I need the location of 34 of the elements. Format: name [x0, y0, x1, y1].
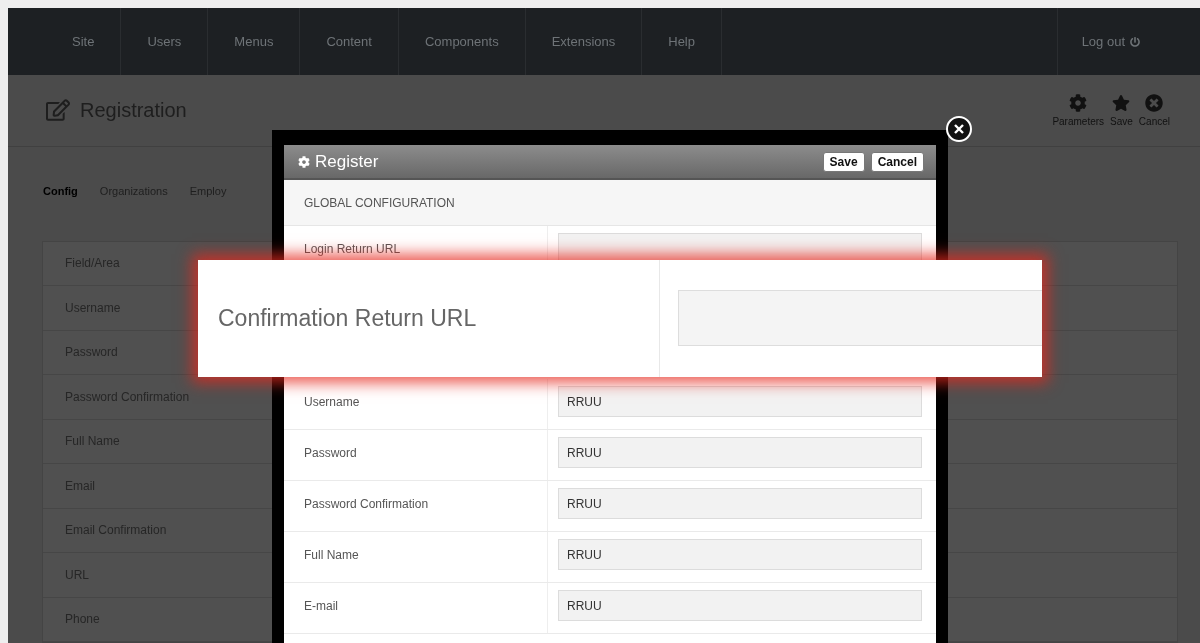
power-icon — [1130, 36, 1140, 47]
field-label: Login Return URL — [304, 242, 401, 256]
input-field[interactable] — [678, 290, 1042, 346]
input-field[interactable]: RRUU — [558, 539, 922, 570]
field-label: Password Confirmation — [284, 481, 548, 531]
section-heading: GLOBAL CONFIGURATION — [284, 180, 936, 226]
input-field[interactable]: RRUU — [558, 590, 922, 621]
nav-link[interactable]: Site — [46, 8, 122, 75]
input-field[interactable]: RRUU — [558, 488, 922, 519]
input-field[interactable]: RRUU — [558, 386, 922, 417]
star-icon — [1112, 93, 1131, 112]
modal-title: Register — [298, 151, 817, 172]
field-label: Full Name — [284, 532, 548, 582]
field-label: Confirmation Return URL — [218, 305, 477, 332]
field-label: E-mail — [284, 583, 548, 633]
modal-button[interactable]: Save — [822, 151, 865, 172]
nav-link[interactable]: Menus — [208, 8, 301, 75]
close-icon — [954, 124, 964, 134]
gear-icon — [1069, 93, 1088, 112]
toolbar-button[interactable]: Parameters — [1052, 93, 1105, 127]
input-field[interactable]: RRUU — [558, 437, 922, 468]
close-icon — [1145, 93, 1164, 112]
modal-button[interactable]: Cancel — [870, 151, 924, 172]
nav-link[interactable]: Components — [398, 8, 526, 75]
logout-link[interactable]: Log out — [1056, 8, 1200, 75]
field-label: Password — [284, 430, 548, 480]
edit-icon — [46, 98, 70, 123]
nav-link[interactable]: Extensions — [525, 8, 643, 75]
nav-link[interactable]: Help — [642, 8, 722, 75]
field-label: Username — [284, 379, 548, 429]
tab[interactable]: Config — [43, 184, 78, 201]
nav-link[interactable]: Content — [300, 8, 399, 75]
gear-icon — [298, 155, 310, 168]
nav-link[interactable]: Users — [121, 8, 209, 75]
